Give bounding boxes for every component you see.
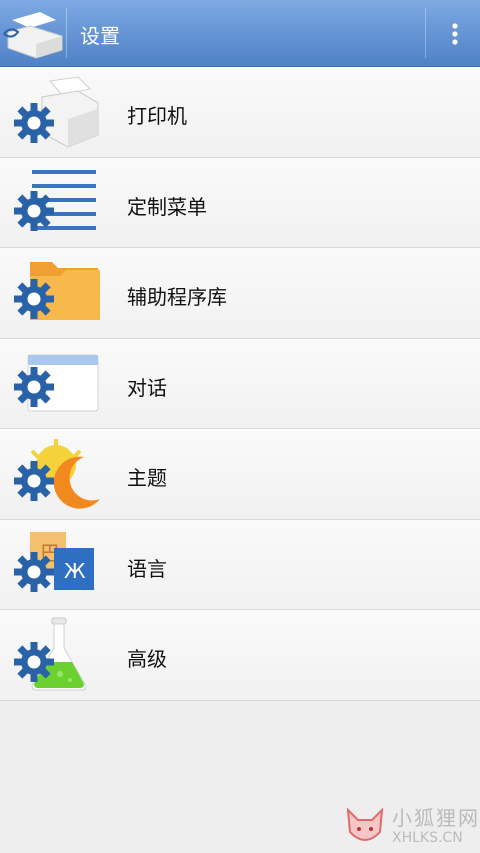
printer-logo-icon[interactable] xyxy=(0,2,70,64)
settings-item-advanced[interactable]: 高级 xyxy=(0,610,480,701)
settings-item-dialog[interactable]: 对话 xyxy=(0,338,480,429)
settings-item-theme[interactable]: 主题 xyxy=(0,429,480,520)
logo-divider xyxy=(66,8,67,58)
settings-item-language[interactable]: 巴 Ж 语言 xyxy=(0,519,480,610)
settings-item-label: 辅助程序库 xyxy=(127,285,227,309)
watermark-title: 小狐狸网 xyxy=(392,806,480,830)
settings-item-library[interactable]: 辅助程序库 xyxy=(0,248,480,339)
settings-item-label: 高级 xyxy=(127,647,167,671)
theme-settings-icon xyxy=(14,439,100,509)
settings-item-label: 对话 xyxy=(127,375,167,400)
settings-item-custom-menu[interactable]: 定制菜单 xyxy=(0,157,480,248)
svg-text:Ж: Ж xyxy=(64,559,86,583)
fox-logo-icon xyxy=(346,807,384,841)
folder-settings-icon xyxy=(14,262,100,320)
watermark-url: XHLKS.CN xyxy=(392,830,463,846)
menu-divider xyxy=(425,8,426,58)
language-settings-icon: 巴 Ж xyxy=(14,531,94,592)
settings-item-printer[interactable]: 打印机 xyxy=(0,67,480,158)
app-bar: 设置 xyxy=(0,0,480,67)
menu-settings-icon xyxy=(14,169,96,231)
settings-list: 打印机 定制菜单 辅助程序库 对话 主题 巴 Ж 语言 高级 xyxy=(0,67,480,701)
dialog-settings-icon xyxy=(14,354,99,411)
settings-item-label: 语言 xyxy=(127,556,167,581)
settings-item-label: 主题 xyxy=(127,466,167,490)
settings-item-label: 定制菜单 xyxy=(127,194,207,219)
printer-settings-icon xyxy=(14,76,99,148)
page-title: 设置 xyxy=(80,24,120,48)
watermark: 小狐狸网 XHLKS.CN xyxy=(340,800,480,853)
settings-item-label: 打印机 xyxy=(127,104,187,128)
overflow-menu-icon[interactable] xyxy=(440,14,470,54)
advanced-settings-icon xyxy=(14,617,87,691)
